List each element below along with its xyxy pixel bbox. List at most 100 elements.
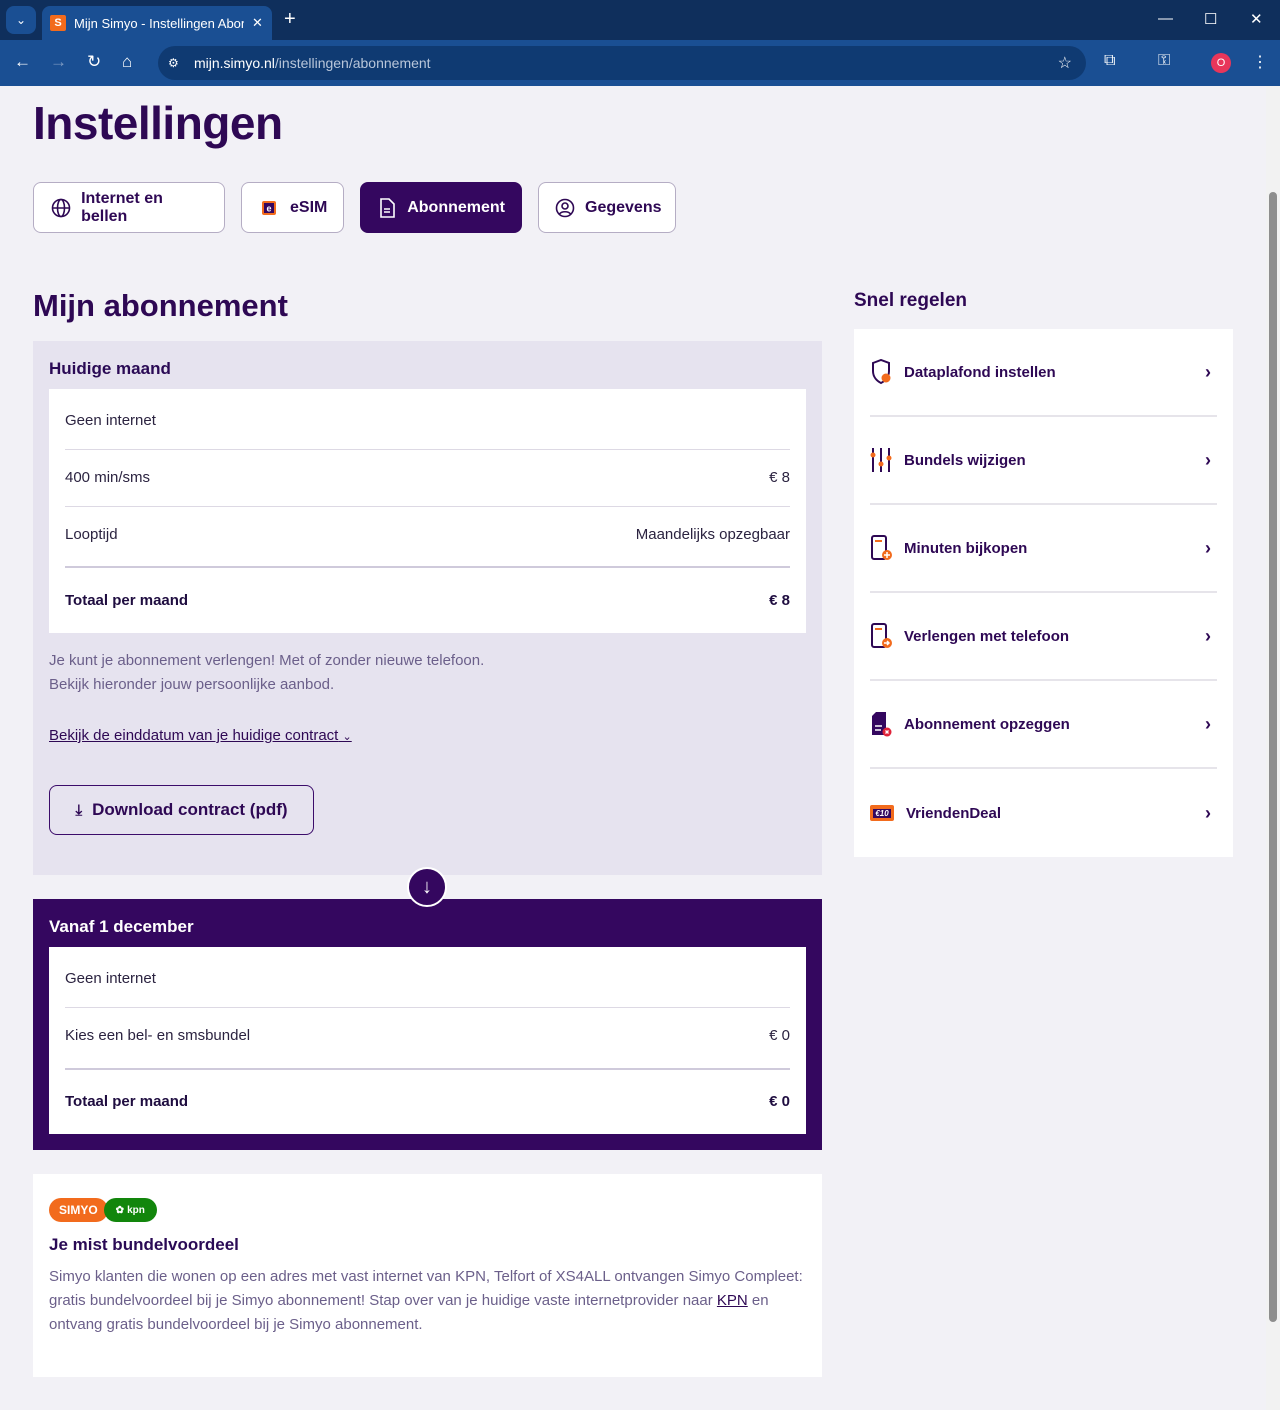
kpn-link[interactable]: KPN <box>717 1292 748 1309</box>
button-label: Download contract (pdf) <box>92 800 288 819</box>
close-tab-icon[interactable]: ✕ <box>252 15 263 31</box>
line-item: 400 min/sms € 8 <box>65 469 790 486</box>
line-label: 400 min/sms <box>65 469 151 486</box>
svg-text:e: e <box>266 203 271 213</box>
item-label: Dataplafond instellen <box>904 363 1056 381</box>
user-circle-icon <box>555 197 575 219</box>
tab-title: Mijn Simyo - Instellingen Abonn <box>74 15 244 31</box>
kpn-text: kpn <box>127 1204 145 1216</box>
line-item: Geen internet <box>65 970 790 987</box>
maximize-button[interactable]: ☐ <box>1204 10 1217 28</box>
back-button[interactable]: ← <box>14 52 31 72</box>
tab-gegevens[interactable]: Gegevens <box>538 182 676 233</box>
address-bar[interactable]: ⚙ mijn.simyo.nl/instellingen/abonnement … <box>158 46 1086 80</box>
forward-button[interactable]: → <box>50 52 67 72</box>
voucher-icon: €10 <box>870 805 894 821</box>
chevron-right-icon: › <box>1205 361 1211 382</box>
next-period-title: Vanaf 1 december <box>49 917 194 936</box>
quick-actions-title: Snel regelen <box>854 290 967 311</box>
end-date-link[interactable]: Bekijk de einddatum van je huidige contr… <box>49 727 352 744</box>
quick-item-dataplafond[interactable]: Dataplafond instellen › <box>870 329 1217 417</box>
quick-item-minuten[interactable]: Minuten bijkopen › <box>870 505 1217 593</box>
next-period-card: Geen internet Kies een bel- en smsbundel… <box>49 947 806 1134</box>
browser-tab[interactable]: S Mijn Simyo - Instellingen Abonn ✕ <box>42 6 272 40</box>
kpn-logo: ✿ kpn <box>103 1198 157 1222</box>
quick-item-opzeggen[interactable]: Abonnement opzeggen › <box>870 681 1217 769</box>
line-value: € 0 <box>769 1027 790 1044</box>
phone-arrow-icon <box>870 623 892 649</box>
line-label: Looptijd <box>65 526 118 543</box>
promo-title: Je mist bundelvoordeel <box>49 1235 239 1254</box>
link-text: Bekijk de einddatum van je huidige contr… <box>49 727 339 744</box>
voucher-amount: €10 <box>873 808 891 818</box>
total-row: Totaal per maand € 8 <box>65 592 790 609</box>
url-path: /instellingen/abonnement <box>274 55 431 71</box>
scrollbar-thumb[interactable] <box>1269 192 1277 1322</box>
quick-actions-list: Dataplafond instellen › Bundels wijzigen ›… <box>854 329 1233 857</box>
total-label: Totaal per maand <box>65 1093 189 1110</box>
profile-avatar[interactable]: O <box>1211 53 1231 73</box>
item-label: Minuten bijkopen <box>904 539 1028 557</box>
info-line: Bekijk hieronder jouw persoonlijke aanbo… <box>49 676 335 693</box>
shield-icon <box>870 358 892 385</box>
total-label: Totaal per maand <box>65 592 189 609</box>
home-button[interactable]: ⌂ <box>122 52 132 72</box>
chevron-right-icon: › <box>1205 802 1211 823</box>
simyo-logo: SIMYO <box>49 1198 108 1222</box>
current-month-card: Geen internet 400 min/sms € 8 Looptijd Maa… <box>49 389 806 633</box>
quick-item-vriendendeal[interactable]: €10 VriendenDeal › <box>870 769 1217 857</box>
line-label: Kies een bel- en smsbundel <box>65 1027 251 1044</box>
new-tab-button[interactable]: + <box>284 8 296 31</box>
item-label: Abonnement opzeggen <box>904 715 1070 733</box>
line-value: € 8 <box>769 469 790 486</box>
tab-abonnement[interactable]: Abonnement <box>360 182 522 233</box>
current-month-panel: Huidige maand Geen internet 400 min/sms €… <box>33 341 822 875</box>
tab-search-button[interactable]: ⌄ <box>6 6 36 34</box>
url-host: mijn.simyo.nl <box>194 55 275 71</box>
line-label: Geen internet <box>65 412 156 429</box>
reload-button[interactable]: ↻ <box>87 52 101 72</box>
current-month-title: Huidige maand <box>49 359 171 378</box>
line-value: Maandelijks opzegbaar <box>635 526 790 543</box>
password-key-icon[interactable]: ⚿ <box>1158 52 1170 70</box>
item-label: VriendenDeal <box>906 804 1002 822</box>
chevron-right-icon: › <box>1205 625 1211 646</box>
promo-text-part: Simyo klanten die wonen op een adres met… <box>49 1268 803 1309</box>
tab-label: Gegevens <box>585 198 662 216</box>
line-label: Geen internet <box>65 970 156 987</box>
arrow-down-icon: ↓ <box>407 867 447 907</box>
section-title: Mijn abonnement <box>33 288 288 323</box>
kpn-flower-icon: ✿ <box>115 1204 125 1216</box>
line-item: Looptijd Maandelijks opzegbaar <box>65 526 790 543</box>
tab-internet-en-bellen[interactable]: Internet en bellen <box>33 182 225 233</box>
tab-label: Internet en bellen <box>81 189 163 225</box>
esim-chip-icon: e <box>258 197 280 219</box>
menu-icon[interactable]: ⋮ <box>1252 52 1268 72</box>
simyo-favicon: S <box>50 15 66 31</box>
extensions-icon[interactable]: ⧉ <box>1104 52 1115 70</box>
minimize-button[interactable]: — <box>1158 10 1173 27</box>
bookmark-star-icon[interactable]: ☆ <box>1058 53 1072 73</box>
tab-label: eSIM <box>290 198 328 216</box>
total-row: Totaal per maand € 0 <box>65 1093 790 1110</box>
site-info-icon[interactable]: ⚙ <box>168 56 179 70</box>
item-label: Bundels wijzigen <box>904 451 1026 469</box>
close-window-button[interactable]: ✕ <box>1250 10 1263 28</box>
tab-label: Abonnement <box>407 198 505 216</box>
chevron-right-icon: › <box>1205 449 1211 470</box>
quick-item-bundels[interactable]: Bundels wijzigen › <box>870 417 1217 505</box>
scrollbar[interactable] <box>1266 86 1280 1410</box>
chevron-down-icon: ⌄ <box>342 731 352 743</box>
chevron-right-icon: › <box>1205 713 1211 734</box>
quick-item-verlengen[interactable]: Verlengen met telefoon › <box>870 593 1217 681</box>
tab-esim[interactable]: e eSIM <box>241 182 344 233</box>
sliders-icon <box>870 447 892 473</box>
download-contract-button[interactable]: ⤓ Download contract (pdf) <box>49 785 314 835</box>
page-title: Instellingen <box>33 97 283 149</box>
info-line: Je kunt je abonnement verlengen! Met of … <box>49 652 485 669</box>
line-item: Geen internet <box>65 412 790 429</box>
simyo-kpn-logo: SIMYO ✿ kpn <box>49 1198 157 1222</box>
renewal-info: Je kunt je abonnement verlengen! Met of … <box>49 649 484 697</box>
browser-toolbar: ← → ↻ ⌂ ⚙ mijn.simyo.nl/instellingen/abo… <box>0 40 1280 86</box>
browser-tab-bar: ⌄ S Mijn Simyo - Instellingen Abonn ✕ + … <box>0 0 1280 40</box>
